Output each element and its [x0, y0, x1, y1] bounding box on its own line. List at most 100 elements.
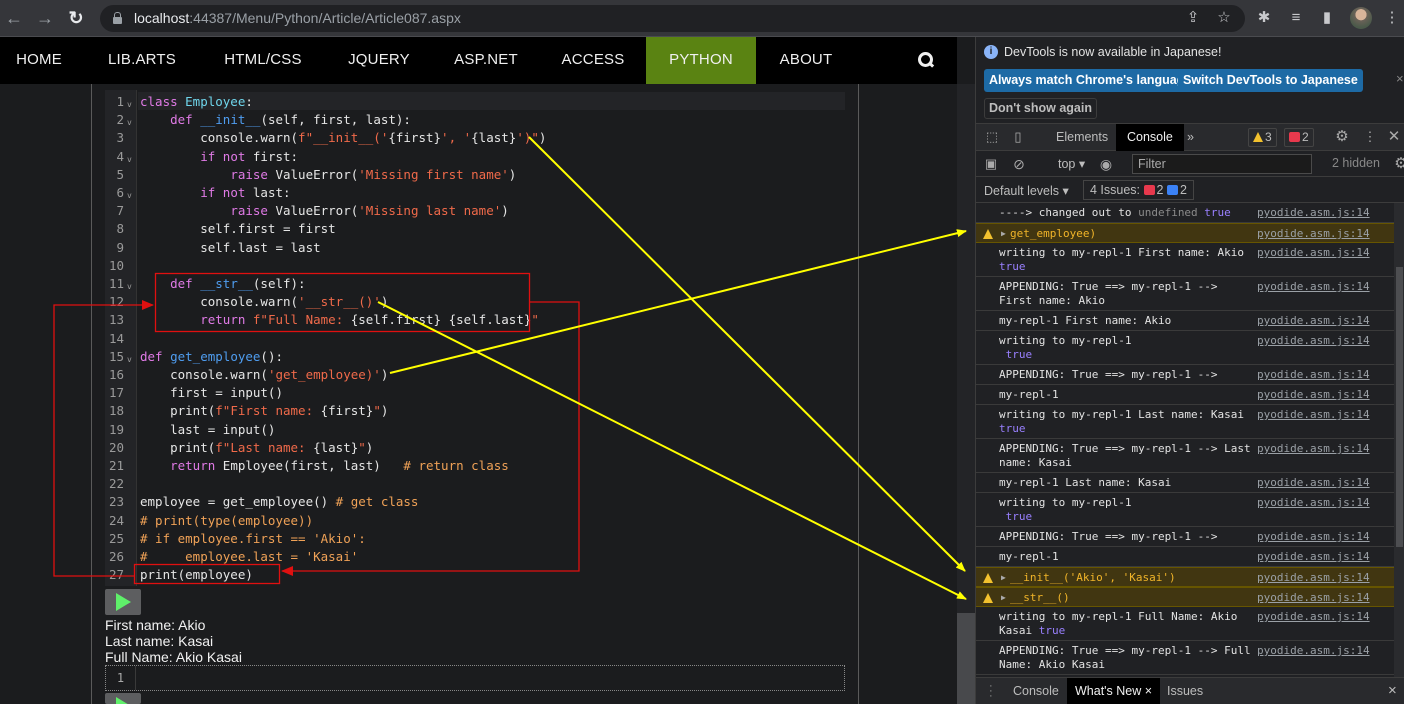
code-line[interactable]: 24 # print(type(employee)) — [105, 512, 845, 530]
live-expression-eye-icon[interactable]: ◉ — [1098, 156, 1114, 172]
source-link[interactable]: pyodide.asm.js:14 — [1257, 476, 1370, 490]
expand-triangle-icon[interactable]: ▶ — [1001, 227, 1006, 241]
console-log-row[interactable]: my-repl-1 pyodide.asm.js:14 — [976, 385, 1394, 405]
code-editor[interactable]: 1 v class Employee: 2 v def __init__(self, f… — [105, 90, 845, 586]
console-warning-row[interactable]: ▶ __init__('Akio', 'Kasai') pyodide.asm.js… — [976, 567, 1394, 587]
sidebar-toggle-icon[interactable]: ▣ — [983, 156, 999, 172]
code-line[interactable]: 22 — [105, 475, 845, 493]
search-icon[interactable] — [918, 52, 934, 68]
source-link[interactable]: pyodide.asm.js:14 — [1257, 280, 1370, 294]
code-line[interactable]: 14 — [105, 330, 845, 348]
source-link[interactable]: pyodide.asm.js:14 — [1257, 591, 1370, 605]
drawer-tab-issues[interactable]: Issues — [1159, 678, 1211, 704]
console-log-row[interactable]: my-repl-1 First name: Akio pyodide.asm.js… — [976, 311, 1394, 331]
console-log-row[interactable]: APPENDING: True ==> my-repl-1 --> First … — [976, 277, 1394, 311]
code-line[interactable]: 2v def __init__(self, first, last): — [105, 111, 845, 129]
drawer-menu-icon[interactable]: · · · — [989, 681, 993, 702]
console-filter-field[interactable] — [1132, 154, 1312, 174]
nav-python[interactable]: PYTHON — [646, 37, 756, 84]
source-link[interactable]: pyodide.asm.js:14 — [1257, 314, 1370, 328]
source-link[interactable]: pyodide.asm.js:14 — [1257, 610, 1370, 624]
close-drawer-icon[interactable]: × — [1388, 678, 1397, 704]
settings-gear-icon[interactable]: ⚙ — [1334, 129, 1350, 145]
run-button[interactable] — [105, 589, 141, 615]
code-line[interactable]: 21 return Employee(first, last) # return… — [105, 457, 845, 475]
code-line[interactable]: 12 console.warn('__str__()') — [105, 293, 845, 311]
nav-html-css[interactable]: HTML/CSS — [210, 37, 316, 84]
dont-show-again-button[interactable]: Don't show again — [984, 98, 1097, 119]
address-bar[interactable]: localhost:44387/Menu/Python/Article/Arti… — [100, 5, 1245, 32]
nav-access[interactable]: ACCESS — [550, 37, 636, 84]
expand-triangle-icon[interactable]: ▶ — [1001, 591, 1006, 605]
close-devtools-icon[interactable]: ✕ — [1386, 129, 1402, 145]
nav-home[interactable]: HOME — [6, 37, 72, 84]
console-messages[interactable]: ----> changed out to undefined true pyodi… — [976, 203, 1394, 677]
errors-badge[interactable]: 2 — [1284, 128, 1314, 147]
source-link[interactable]: pyodide.asm.js:14 — [1257, 334, 1370, 348]
code-line[interactable]: 27 print(employee) — [105, 566, 845, 584]
url-text[interactable]: localhost:44387/Menu/Python/Article/Arti… — [134, 10, 461, 26]
profile-avatar[interactable] — [1350, 7, 1372, 29]
more-options-icon[interactable]: ⋮ — [1362, 129, 1378, 145]
page-scrollbar[interactable] — [957, 84, 975, 704]
warnings-badge[interactable]: 3 — [1248, 128, 1277, 147]
console-log-row[interactable]: APPENDING: True ==> my-repl-1 --> Last n… — [976, 439, 1394, 473]
code-line[interactable]: 17 first = input() — [105, 384, 845, 402]
source-link[interactable]: pyodide.asm.js:14 — [1257, 388, 1370, 402]
menu-icon[interactable]: ⋮ — [1382, 8, 1402, 28]
run-button-2[interactable] — [105, 693, 141, 704]
code-line[interactable]: 11 v def __str__(self): — [105, 275, 845, 293]
issues-button[interactable]: 4 Issues: 2 2 — [1083, 180, 1194, 200]
nav-lib-arts[interactable]: LIB.ARTS — [94, 37, 190, 84]
code-line[interactable]: 18 print(f"First name: {first}") — [105, 402, 845, 420]
back-icon[interactable]: ← — [4, 8, 24, 28]
console-warning-row[interactable]: ▶ __str__() pyodide.asm.js:14 — [976, 587, 1394, 607]
bookmark-star-icon[interactable]: ☆ — [1214, 8, 1234, 28]
context-selector[interactable]: top ▾ — [1058, 156, 1085, 171]
tab-console[interactable]: Console — [1116, 124, 1184, 151]
console-log-row[interactable]: ----> changed out to undefined true pyodi… — [976, 203, 1394, 223]
code-line[interactable]: 13 return f"Full Name: {self.first} {sel… — [105, 311, 845, 329]
code-line[interactable]: 10 — [105, 257, 845, 275]
drawer-tab-console[interactable]: Console — [1005, 678, 1067, 704]
source-link[interactable]: pyodide.asm.js:14 — [1257, 496, 1370, 510]
code-line[interactable]: 15 v def get_employee(): — [105, 348, 845, 366]
nav-about[interactable]: ABOUT — [766, 37, 846, 84]
source-link[interactable]: pyodide.asm.js:14 — [1257, 644, 1370, 658]
console-log-row[interactable]: my-repl-1 pyodide.asm.js:14 — [976, 547, 1394, 567]
console-warning-row[interactable]: ▶ get_employee) pyodide.asm.js:14 — [976, 223, 1394, 243]
media-icon[interactable]: ≡ — [1286, 8, 1306, 28]
code-line[interactable]: 25 # if employee.first == 'Akio': — [105, 530, 845, 548]
forward-icon[interactable]: → — [35, 8, 55, 28]
share-icon[interactable]: ⇪ — [1183, 8, 1203, 28]
code-line[interactable]: 16 console.warn('get_employee)') — [105, 366, 845, 384]
source-link[interactable]: pyodide.asm.js:14 — [1257, 530, 1370, 544]
console-log-row[interactable]: writing to my-repl-1 Last name: Kasai tr… — [976, 405, 1394, 439]
side-panel-icon[interactable]: ▮ — [1317, 8, 1337, 28]
close-tab-icon[interactable]: × — [1145, 684, 1152, 698]
clear-console-icon[interactable]: ⊘ — [1011, 156, 1027, 172]
lock-icon[interactable] — [113, 12, 122, 24]
match-language-button[interactable]: Always match Chrome's language — [984, 69, 1197, 92]
source-link[interactable]: pyodide.asm.js:14 — [1257, 206, 1370, 220]
more-tabs-icon[interactable]: » — [1181, 124, 1200, 151]
code-line[interactable]: 19 last = input() — [105, 421, 845, 439]
code-line[interactable]: 1 v class Employee: — [105, 93, 845, 111]
expand-triangle-icon[interactable]: ▶ — [1001, 571, 1006, 585]
nav-asp-net[interactable]: ASP.NET — [442, 37, 530, 84]
code-line[interactable]: 9 self.last = last — [105, 239, 845, 257]
console-log-row[interactable]: APPENDING: True ==> my-repl-1 --> Full N… — [976, 641, 1394, 675]
filter-input[interactable] — [1133, 155, 1311, 173]
code-line[interactable]: 20 print(f"Last name: {last}") — [105, 439, 845, 457]
code-line[interactable]: 4v if not first: — [105, 148, 845, 166]
second-repl-editor[interactable]: 1 — [105, 665, 845, 691]
source-link[interactable]: pyodide.asm.js:14 — [1257, 408, 1370, 422]
console-log-row[interactable]: writing to my-repl-1 Full Name: Akio Kas… — [976, 607, 1394, 641]
source-link[interactable]: pyodide.asm.js:14 — [1257, 571, 1370, 585]
source-link[interactable]: pyodide.asm.js:14 — [1257, 227, 1370, 241]
log-levels-dropdown[interactable]: Default levels ▾ — [984, 183, 1069, 198]
code-line[interactable]: 6v if not last: — [105, 184, 845, 202]
switch-japanese-button[interactable]: Switch DevTools to Japanese — [1178, 69, 1363, 92]
code-line[interactable]: 3 console.warn(f"__init__('{first}', '{l… — [105, 129, 845, 147]
reload-icon[interactable]: ↻ — [66, 8, 86, 28]
